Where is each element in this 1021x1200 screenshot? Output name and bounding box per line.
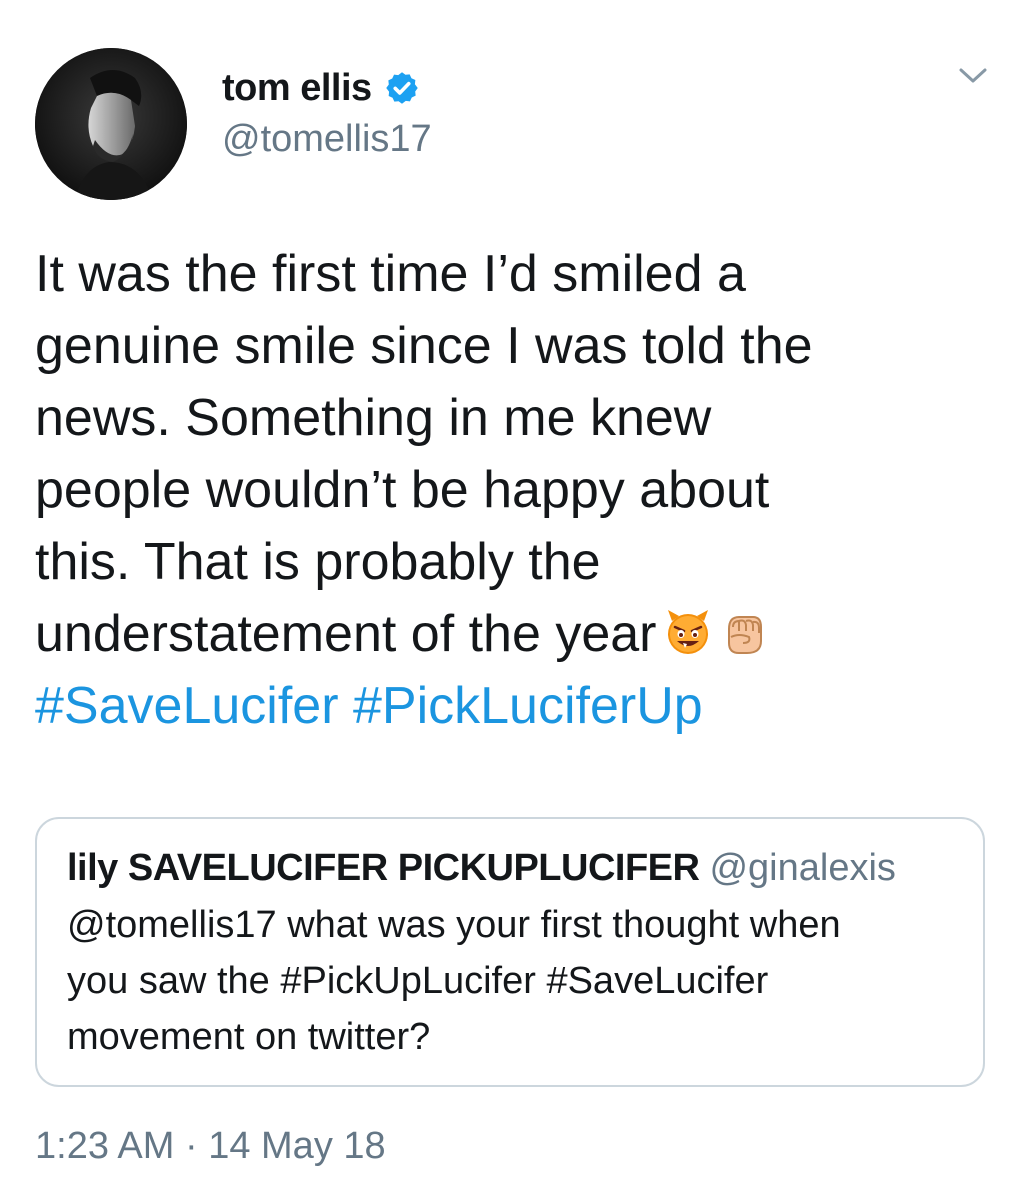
tweet-line: genuine smile since I was told the (35, 317, 813, 375)
tweet-line: It was the first time I’d smiled a (35, 245, 746, 303)
avatar-photo (35, 48, 187, 200)
display-name[interactable]: tom ellis (222, 67, 372, 110)
tweet-line-text: understatement of the year (35, 605, 657, 663)
verified-badge-icon (384, 70, 420, 106)
quoted-tweet-text: @tomellis17 what was your first thought … (67, 897, 953, 1065)
hashtag-savelucifer[interactable]: #SaveLucifer (35, 677, 339, 735)
quoted-line: you saw the #PickUpLucifer #SaveLucifer (67, 960, 769, 1002)
quoted-line: @tomellis17 what was your first thought … (67, 904, 841, 946)
avatar[interactable] (35, 48, 187, 200)
timestamp-separator: · (184, 1125, 198, 1167)
timestamp-time: 1:23 AM (35, 1125, 175, 1167)
tweet-text: It was the first time I’d smiled a genui… (35, 238, 985, 742)
raised-fist-emoji (719, 607, 769, 657)
timestamp-date: 14 May 18 (208, 1125, 386, 1167)
smiling-imp-emoji (663, 607, 713, 657)
quoted-display-name[interactable]: lily SAVELUCIFER PICKUPLUCIFER (67, 847, 700, 889)
quoted-tweet[interactable]: lily SAVELUCIFER PICKUPLUCIFER @ginalexis… (35, 817, 985, 1087)
quoted-handle[interactable]: @ginalexis (709, 847, 895, 889)
chevron-down-icon[interactable] (958, 66, 988, 86)
hashtag-pickluciferup[interactable]: #PickLuciferUp (353, 677, 703, 735)
tweet-line: people wouldn’t be happy about (35, 461, 770, 519)
tweet-line: this. That is probably the (35, 533, 601, 591)
quoted-tweet-header: lily SAVELUCIFER PICKUPLUCIFER @ginalexis (67, 845, 953, 891)
tweet-line: news. Something in me knew (35, 389, 712, 447)
tweet-line-last: understatement of the year (35, 598, 985, 670)
quoted-line: movement on twitter? (67, 1016, 431, 1058)
tweet-timestamp[interactable]: 1:23 AM · 14 May 18 (35, 1125, 386, 1168)
author-row: tom ellis (222, 62, 420, 114)
hashtag-line: #SaveLucifer #PickLuciferUp (35, 670, 985, 742)
author-handle[interactable]: @tomellis17 (222, 118, 432, 161)
